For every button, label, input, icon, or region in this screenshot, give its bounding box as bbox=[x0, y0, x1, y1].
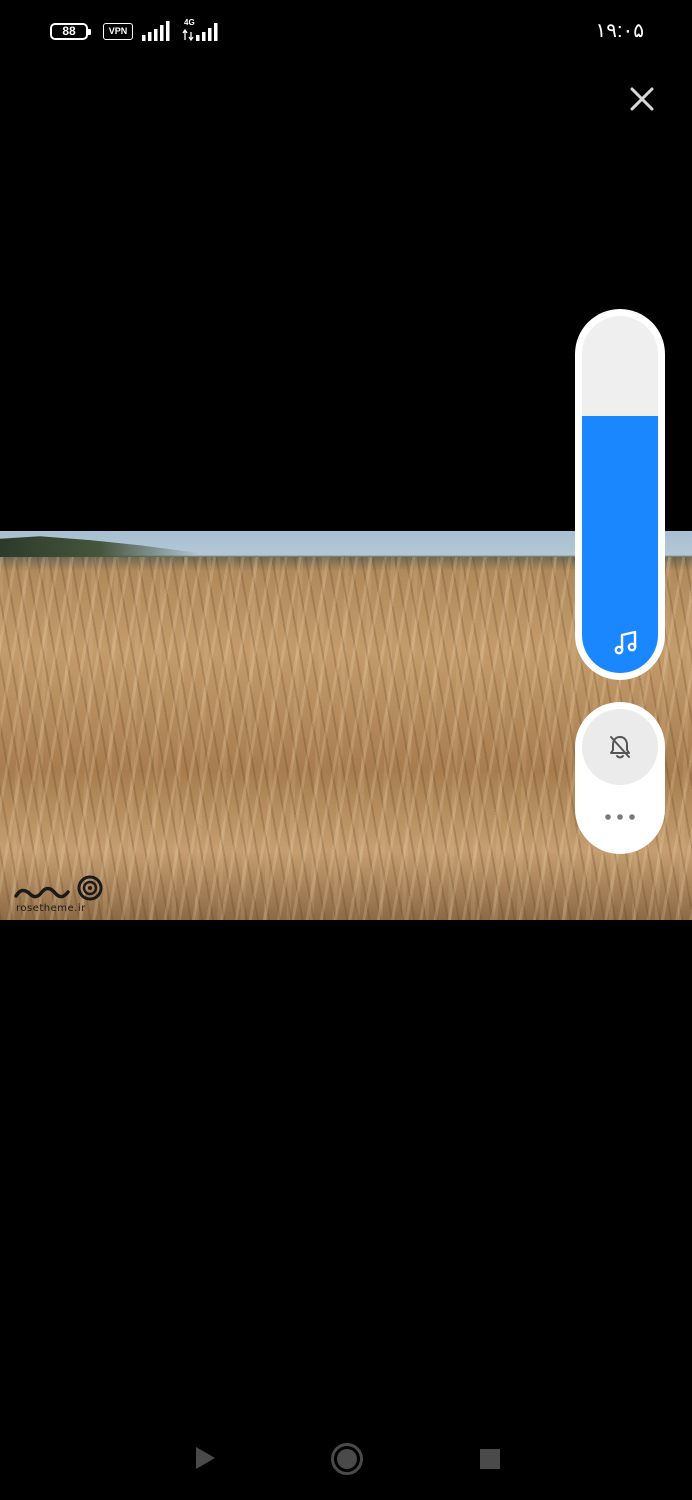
battery-level: 88 bbox=[62, 24, 76, 38]
music-note-icon bbox=[614, 630, 637, 655]
vpn-label: VPN bbox=[108, 26, 128, 36]
close-icon[interactable] bbox=[626, 83, 658, 115]
signal-strength-icon bbox=[142, 21, 170, 41]
triangle-back-icon[interactable] bbox=[191, 1444, 219, 1472]
volume-track bbox=[582, 316, 658, 673]
status-clock: ۱۹:۰۵ bbox=[595, 20, 644, 42]
status-bar: 88 VPN 4G ۱۹:۰۵ bbox=[0, 0, 692, 64]
vpn-badge: VPN bbox=[103, 23, 133, 40]
mute-button[interactable] bbox=[582, 709, 658, 785]
volume-slider[interactable] bbox=[575, 309, 665, 680]
circle-home-icon[interactable] bbox=[330, 1442, 364, 1476]
navigation-bar bbox=[0, 1420, 692, 1500]
mobile-data-signal-icon bbox=[182, 23, 218, 41]
more-dots-icon[interactable] bbox=[595, 800, 645, 834]
bell-off-icon bbox=[610, 736, 630, 759]
volume-controls-panel bbox=[575, 702, 665, 854]
battery-indicator: 88 bbox=[50, 23, 91, 40]
watermark: rosetheme.ir bbox=[12, 874, 122, 916]
treeline-decoration bbox=[0, 536, 200, 557]
square-recents-icon[interactable] bbox=[478, 1447, 502, 1471]
watermark-logo-icon bbox=[14, 875, 103, 901]
watermark-text: rosetheme.ir bbox=[16, 903, 86, 914]
